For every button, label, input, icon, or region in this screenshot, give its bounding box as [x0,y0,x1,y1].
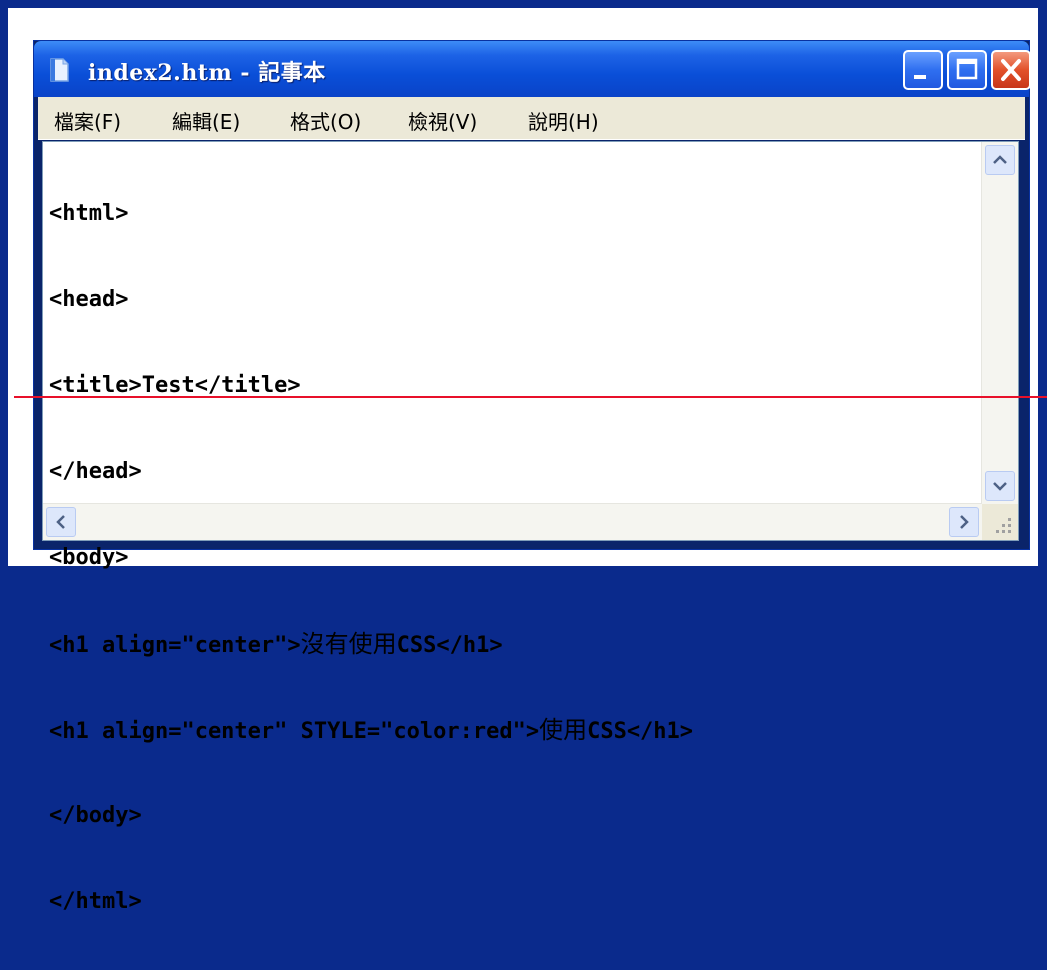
title-bar[interactable]: index2.htm - 記事本 [34,41,1031,97]
red-annotation-line [14,396,1047,398]
maximize-button[interactable] [947,50,987,90]
code-line: </body> [49,803,142,828]
scroll-left-icon [56,515,65,529]
close-button[interactable] [991,50,1031,90]
menu-bar: 檔案(F) 編輯(E) 格式(O) 檢視(V) 說明(H) [38,97,1025,140]
scroll-up-button[interactable] [985,145,1015,175]
vertical-scrollbar[interactable] [981,142,1018,504]
maximize-icon [956,58,978,80]
resize-grip-icon [996,518,1011,533]
code-line: </head> [49,459,142,484]
code-text[interactable]: <html> <head> <title>Test</title> </head… [49,146,978,970]
scroll-down-button[interactable] [985,471,1015,501]
menu-edit[interactable]: 編輯(E) [172,106,240,135]
menu-file[interactable]: 檔案(F) [54,106,121,135]
close-icon [1001,59,1021,81]
horizontal-scrollbar[interactable] [43,503,982,540]
scroll-up-icon [993,155,1007,164]
minimize-icon [914,75,926,79]
menu-view[interactable]: 檢視(V) [408,106,477,135]
scroll-down-icon [993,482,1007,491]
code-line: <h1 align="center">沒有使用CSS</h1> [49,630,503,658]
code-line: <title>Test</title> [49,373,301,398]
menu-help[interactable]: 說明(H) [528,106,599,135]
scroll-left-button[interactable] [46,507,76,537]
notepad-icon [50,58,69,82]
code-line: <body> [49,545,129,570]
code-line: <html> [49,201,129,226]
resize-grip[interactable] [982,504,1018,540]
code-line: <head> [49,287,129,312]
notepad-window: index2.htm - 記事本 檔案(F) 編輯(E) 格式(O) 檢視(V)… [33,40,1031,914]
window-title: index2.htm - 記事本 [88,60,326,86]
text-editor[interactable]: <html> <head> <title>Test</title> </head… [42,141,1019,914]
scroll-right-button[interactable] [949,507,979,537]
minimize-button[interactable] [903,50,943,90]
scroll-right-icon [960,515,969,529]
code-line: <h1 align="center" STYLE="color:red">使用C… [49,716,694,744]
code-line: </html> [49,889,142,914]
menu-format[interactable]: 格式(O) [290,106,361,135]
